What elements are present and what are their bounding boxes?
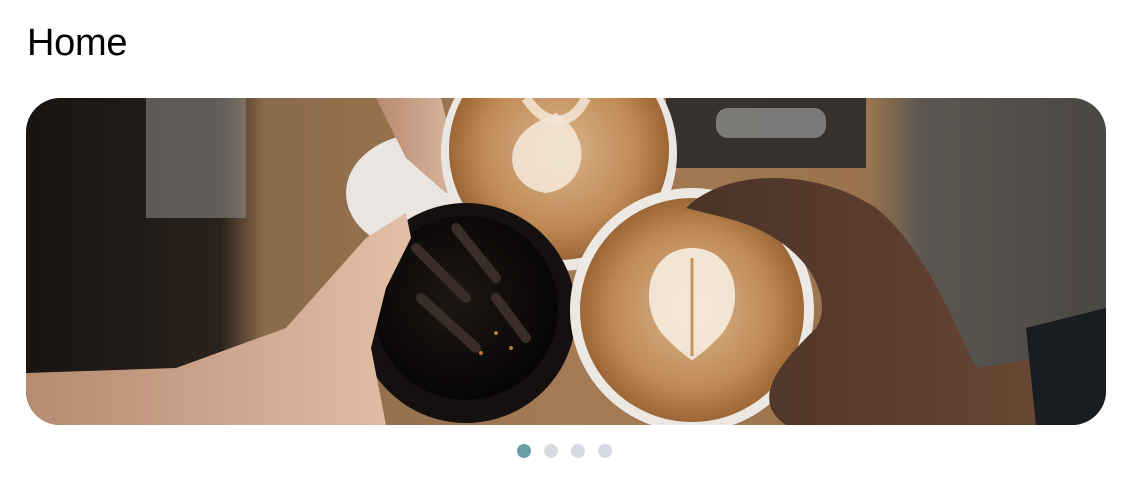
carousel-dot-4[interactable] [598, 444, 612, 458]
carousel-dot-1[interactable] [517, 444, 531, 458]
page-title: Home [27, 22, 128, 64]
image-carousel[interactable] [26, 98, 1106, 425]
carousel-dot-3[interactable] [571, 444, 585, 458]
coffee-toast-photo [26, 98, 1106, 425]
carousel-pagination [517, 444, 612, 458]
home-screen: Home [0, 0, 1126, 488]
carousel-dot-2[interactable] [544, 444, 558, 458]
